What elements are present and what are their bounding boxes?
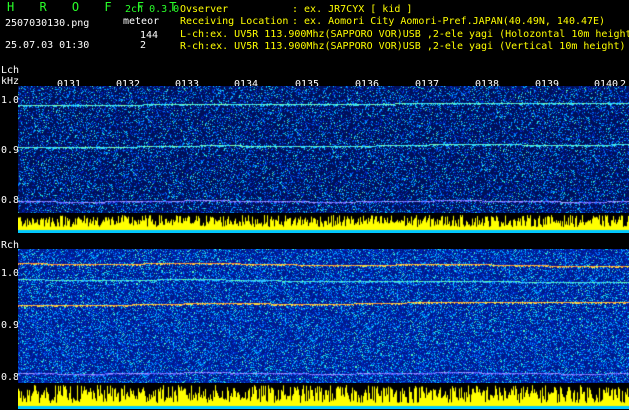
- rch-label: Rch: [1, 240, 20, 251]
- lch-unit: kHz: [1, 76, 20, 87]
- lch-ytick-1: 1.0: [1, 95, 20, 106]
- lch-ytick-2: 0.9: [1, 145, 20, 156]
- observer-value: : ex. JR7CYX [ kid ]: [292, 4, 413, 15]
- lch-amplitude-bar: [18, 213, 629, 233]
- lch-spectrogram: [18, 86, 629, 232]
- rch-ytick-2: 0.9: [1, 320, 20, 331]
- rch-amplitude-bar: [18, 383, 629, 409]
- observer-label: Ovserver: [180, 4, 229, 15]
- mode-label: 2ch 0.3.0: [125, 4, 180, 15]
- rch-ytick-1: 1.0: [1, 268, 20, 279]
- rch-info: R-ch:ex. UV5R 113.900Mhz(SAPPORO VOR)USB…: [180, 41, 626, 52]
- location-label: Receiving Location: [180, 16, 289, 27]
- file-name: 2507030130.png: [5, 18, 90, 29]
- lch-info: L-ch:ex. UV5R 113.900Mhz(SAPPORO VOR)USB…: [180, 29, 629, 40]
- rch-ytick-3: 0.8: [1, 372, 20, 383]
- location-value: : ex. Aomori City Aomori-Pref.JAPAN(40.4…: [292, 16, 606, 27]
- lch-ytick-3: 0.8: [1, 195, 20, 206]
- type-label: meteor: [123, 16, 160, 27]
- count-b: 2: [140, 40, 147, 51]
- datetime: 25.07.03 01:30: [5, 40, 90, 51]
